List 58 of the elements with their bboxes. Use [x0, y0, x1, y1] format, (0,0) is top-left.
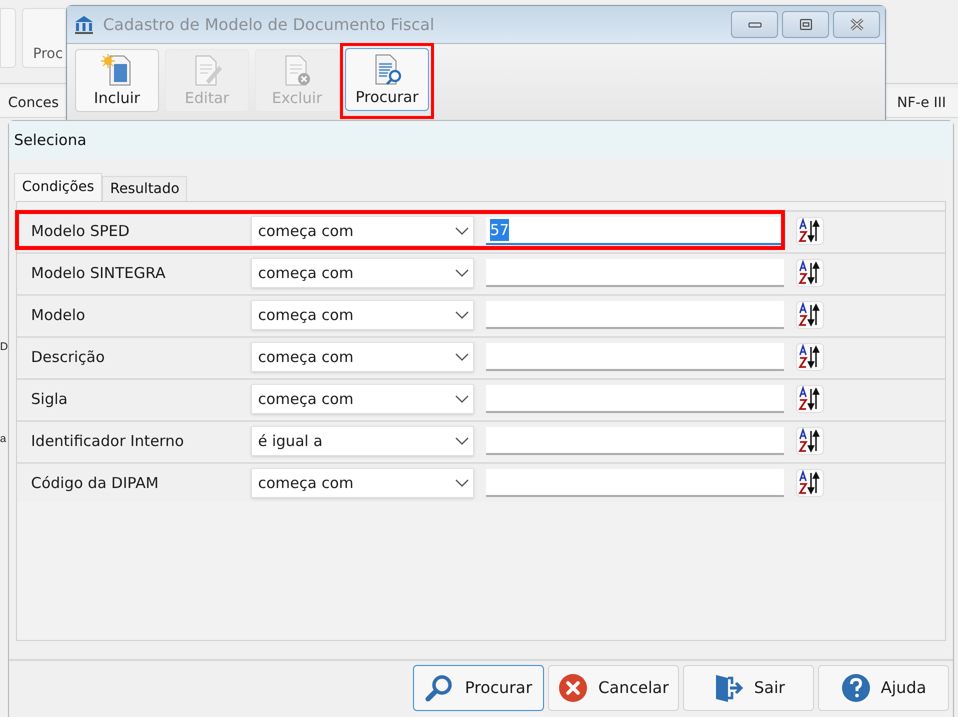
- cancel-icon: [558, 673, 588, 703]
- chevron-down-icon: [455, 268, 469, 278]
- column-fragment: a: [0, 432, 6, 447]
- maximize-button[interactable]: [782, 11, 829, 38]
- close-icon: [850, 18, 864, 31]
- dialog-button[interactable]: Sair: [683, 665, 814, 711]
- dialog-title: Seleciona: [14, 130, 86, 151]
- sort-button[interactable]: [796, 259, 824, 287]
- field-label: Modelo SPED: [30, 220, 131, 242]
- value-field[interactable]: [486, 301, 784, 329]
- value-field[interactable]: 57: [486, 217, 784, 245]
- sort-button[interactable]: [796, 385, 824, 413]
- sort-button[interactable]: [796, 217, 824, 245]
- operator-dropdown[interactable]: é igual a: [251, 426, 474, 456]
- maximize-icon: [800, 19, 812, 30]
- operator-dropdown[interactable]: começa com: [251, 300, 474, 330]
- minimize-button[interactable]: [731, 11, 778, 38]
- sort-button[interactable]: [796, 469, 824, 497]
- sort-button[interactable]: [796, 427, 824, 455]
- value-field[interactable]: [486, 385, 784, 413]
- operator-dropdown[interactable]: começa com: [251, 258, 474, 288]
- tab[interactable]: NF-e III: [897, 93, 946, 114]
- operator-dropdown[interactable]: começa com: [251, 342, 474, 372]
- operator-dropdown[interactable]: começa com: [251, 468, 474, 498]
- minimize-icon: [748, 22, 762, 28]
- value-field[interactable]: [486, 469, 784, 497]
- close-button[interactable]: [833, 11, 880, 38]
- building-icon: [73, 14, 95, 36]
- field-label: Modelo SINTEGRA: [30, 262, 166, 284]
- sort-button[interactable]: [796, 343, 824, 371]
- dialog-button[interactable]: Cancelar: [548, 665, 679, 711]
- field-label: Código da DIPAM: [30, 472, 160, 494]
- help-icon: [840, 673, 871, 703]
- tab[interactable]: Condições: [14, 173, 102, 201]
- dialog-button[interactable]: Ajuda: [818, 665, 949, 711]
- column-fragment: D: [0, 340, 8, 355]
- chevron-down-icon: [455, 436, 469, 446]
- value-field[interactable]: [486, 343, 784, 371]
- value-field[interactable]: [486, 259, 784, 287]
- chevron-down-icon: [455, 478, 469, 488]
- value-field[interactable]: [486, 427, 784, 455]
- operator-dropdown[interactable]: começa com: [251, 216, 474, 246]
- chevron-down-icon: [455, 310, 469, 320]
- tab[interactable]: Conces: [8, 93, 59, 114]
- dialog-button[interactable]: Procurar: [413, 665, 544, 711]
- chevron-down-icon: [455, 394, 469, 404]
- toolbar-button[interactable]: Incluir: [75, 49, 159, 112]
- operator-dropdown[interactable]: começa com: [251, 384, 474, 414]
- field-label: Descrição: [30, 346, 106, 368]
- field-label: Sigla: [30, 388, 69, 410]
- toolbar-button[interactable]: Procurar: [345, 48, 429, 111]
- field-label: Identificador Interno: [30, 430, 185, 452]
- tab[interactable]: Resultado: [102, 176, 188, 201]
- sort-button[interactable]: [796, 301, 824, 329]
- window-title: Cadastro de Modelo de Documento Fiscal: [103, 14, 434, 36]
- chevron-down-icon: [455, 226, 469, 236]
- chevron-down-icon: [455, 352, 469, 362]
- field-label: Modelo: [30, 304, 86, 326]
